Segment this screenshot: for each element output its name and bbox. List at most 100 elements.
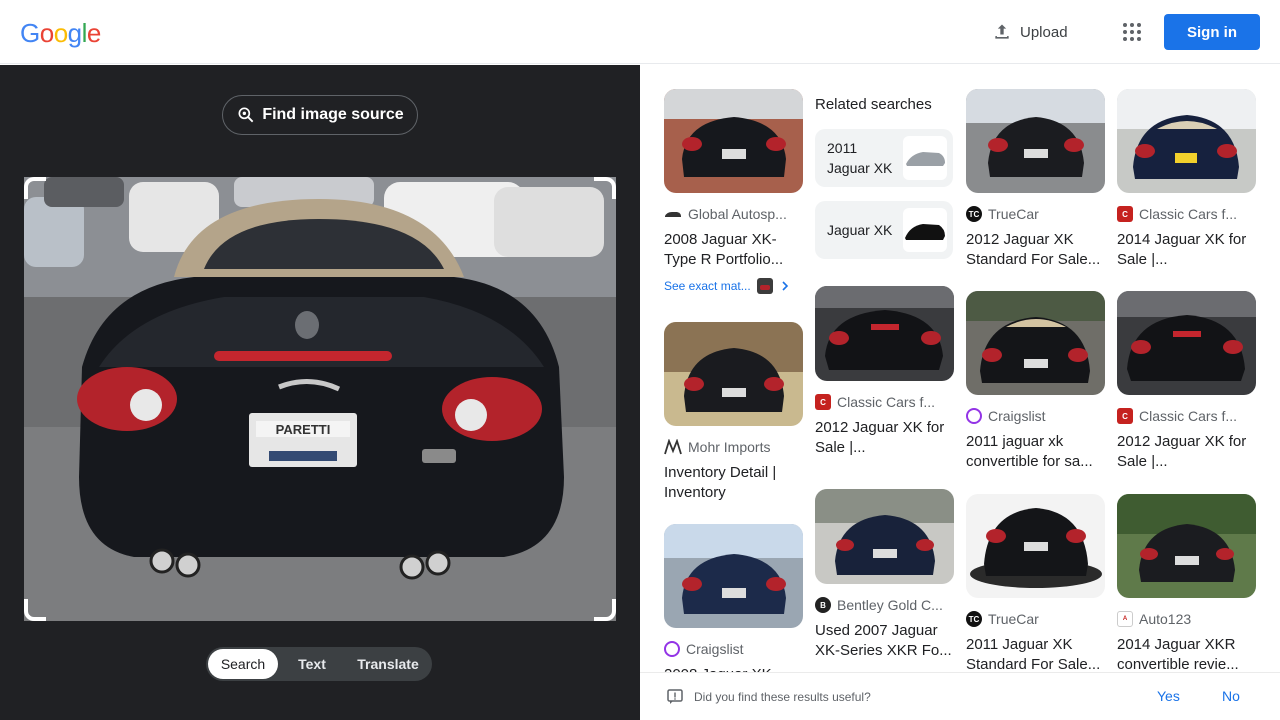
- results-panel: Global Autosp... 2008 Jaguar XK-Type R P…: [640, 65, 1280, 720]
- result-card[interactable]: B Bentley Gold C... Used 2007 Jaguar XK-…: [815, 489, 954, 661]
- related-search-chip[interactable]: Jaguar XK: [815, 201, 953, 259]
- logo-letter: o: [53, 18, 68, 48]
- result-source[interactable]: Global Autosp...: [664, 206, 803, 222]
- feedback-question-text: Did you find these results useful?: [694, 690, 871, 704]
- result-source[interactable]: Mohr Imports: [664, 439, 803, 455]
- result-thumbnail[interactable]: [664, 322, 803, 426]
- apps-grid-icon[interactable]: [1120, 20, 1144, 44]
- crop-handle-bottom-right[interactable]: [594, 599, 616, 621]
- upload-icon: [995, 24, 1009, 39]
- result-thumbnail[interactable]: [664, 89, 803, 193]
- result-title[interactable]: Used 2007 Jaguar XK-Series XKR Fo...: [815, 621, 954, 661]
- related-search-label: 2011 Jaguar XK: [827, 140, 893, 176]
- mode-text-tab[interactable]: Text: [278, 649, 346, 679]
- result-title[interactable]: 2012 Jaguar XK Standard For Sale...: [966, 230, 1105, 270]
- result-source[interactable]: C Classic Cars f...: [1117, 206, 1256, 222]
- result-source[interactable]: TC TrueCar: [966, 206, 1105, 222]
- mode-translate-tab[interactable]: Translate: [346, 649, 430, 679]
- upload-button[interactable]: Upload: [992, 20, 1068, 44]
- see-exact-matches-link[interactable]: See exact mat...: [664, 278, 803, 294]
- result-source-name: Mohr Imports: [688, 439, 771, 455]
- related-searches-heading: Related searches: [815, 96, 932, 113]
- feedback-bar: Did you find these results useful? Yes N…: [640, 672, 1280, 720]
- result-thumbnail[interactable]: [1117, 89, 1256, 193]
- peace-icon: [966, 408, 982, 424]
- mode-search-tab[interactable]: Search: [208, 649, 278, 679]
- svg-text:PARETTI: PARETTI: [276, 422, 331, 437]
- result-card[interactable]: C Classic Cars f... 2014 Jaguar XK for S…: [1117, 89, 1256, 270]
- result-thumbnail[interactable]: [966, 494, 1105, 598]
- result-thumbnail[interactable]: [1117, 494, 1256, 598]
- related-search-chip[interactable]: 2011 Jaguar XK: [815, 129, 953, 187]
- result-card[interactable]: C Classic Cars f... 2012 Jaguar XK for S…: [815, 286, 954, 458]
- classic-cars-icon: C: [815, 394, 831, 410]
- result-card[interactable]: TC TrueCar 2012 Jaguar XK Standard For S…: [966, 89, 1105, 270]
- upload-label: Upload: [1020, 23, 1068, 41]
- result-source-name: TrueCar: [988, 206, 1039, 222]
- result-source-name: Auto123: [1139, 611, 1192, 627]
- logo-letter: g: [67, 18, 82, 48]
- result-thumbnail[interactable]: [815, 489, 954, 584]
- crop-handle-top-right[interactable]: [594, 177, 616, 199]
- result-thumbnail[interactable]: [966, 291, 1105, 395]
- related-search-label: Jaguar XK: [827, 222, 893, 238]
- see-exact-matches-label: See exact mat...: [664, 279, 751, 293]
- related-search-thumb: [903, 208, 947, 252]
- feedback-no-button[interactable]: No: [1222, 688, 1240, 704]
- result-source-name: Craigslist: [988, 408, 1046, 424]
- result-title[interactable]: 2014 Jaguar XKR convertible revie...: [1117, 635, 1256, 675]
- header: Google Upload Sign in: [0, 0, 1280, 64]
- result-card[interactable]: Craigslist 2011 jaguar xk convertible fo…: [966, 291, 1105, 472]
- result-source[interactable]: C Classic Cars f...: [1117, 408, 1256, 424]
- google-logo[interactable]: Google: [20, 18, 101, 49]
- result-source[interactable]: A Auto123: [1117, 611, 1256, 627]
- feedback-yes-button[interactable]: Yes: [1157, 688, 1180, 704]
- result-thumbnail[interactable]: [1117, 291, 1256, 395]
- result-title[interactable]: 2008 Jaguar XK-Type R Portfolio...: [664, 230, 803, 270]
- result-thumbnail[interactable]: [664, 524, 803, 628]
- exact-match-thumb-icon: [756, 278, 773, 294]
- classic-cars-icon: C: [1117, 408, 1133, 424]
- result-card[interactable]: Global Autosp... 2008 Jaguar XK-Type R P…: [664, 89, 803, 294]
- result-card[interactable]: C Classic Cars f... 2012 Jaguar XK for S…: [1117, 291, 1256, 472]
- result-title[interactable]: Inventory Detail | Inventory: [664, 463, 803, 503]
- result-source[interactable]: TC TrueCar: [966, 611, 1105, 627]
- result-title[interactable]: 2012 Jaguar XK for Sale |...: [1117, 432, 1256, 472]
- result-source[interactable]: Craigslist: [664, 641, 803, 657]
- result-source-name: Classic Cars f...: [1139, 408, 1238, 424]
- related-search-thumb: [903, 136, 947, 180]
- result-source[interactable]: Craigslist: [966, 408, 1105, 424]
- truecar-icon: TC: [966, 611, 982, 627]
- lens-search-icon: [238, 107, 254, 123]
- auto123-icon: A: [1117, 611, 1133, 627]
- car-logo-icon: [665, 212, 681, 217]
- result-source-name: Bentley Gold C...: [837, 597, 943, 613]
- mode-switcher: Search Text Translate: [206, 647, 432, 681]
- result-title[interactable]: 2012 Jaguar XK for Sale |...: [815, 418, 954, 458]
- result-thumbnail[interactable]: [815, 286, 954, 381]
- result-title[interactable]: 2011 jaguar xk convertible for sa...: [966, 432, 1105, 472]
- logo-letter: o: [39, 18, 54, 48]
- result-card[interactable]: TC TrueCar 2011 Jaguar XK Standard For S…: [966, 494, 1105, 675]
- result-card[interactable]: Mohr Imports Inventory Detail | Inventor…: [664, 322, 803, 503]
- sign-in-button[interactable]: Sign in: [1164, 14, 1260, 50]
- peace-icon: [664, 641, 680, 657]
- result-card[interactable]: A Auto123 2014 Jaguar XKR convertible re…: [1117, 494, 1256, 675]
- result-source-name: Classic Cars f...: [837, 394, 936, 410]
- image-preview-panel: Find image source PARETTI Search Text Tr…: [0, 65, 640, 720]
- result-title[interactable]: 2011 Jaguar XK Standard For Sale...: [966, 635, 1105, 675]
- result-title[interactable]: 2014 Jaguar XK for Sale |...: [1117, 230, 1256, 270]
- result-source-name: Classic Cars f...: [1139, 206, 1238, 222]
- crop-handle-bottom-left[interactable]: [24, 599, 46, 621]
- result-source[interactable]: B Bentley Gold C...: [815, 597, 954, 613]
- uploaded-car-image[interactable]: PARETTI: [24, 177, 616, 621]
- bentley-icon: B: [815, 597, 831, 613]
- feedback-question: Did you find these results useful?: [666, 688, 871, 706]
- logo-letter: e: [86, 18, 101, 48]
- result-source-name: TrueCar: [988, 611, 1039, 627]
- chevron-right-icon: [782, 281, 788, 291]
- crop-handle-top-left[interactable]: [24, 177, 46, 199]
- result-source[interactable]: C Classic Cars f...: [815, 394, 954, 410]
- find-image-source-button[interactable]: Find image source: [222, 95, 418, 135]
- result-thumbnail[interactable]: [966, 89, 1105, 193]
